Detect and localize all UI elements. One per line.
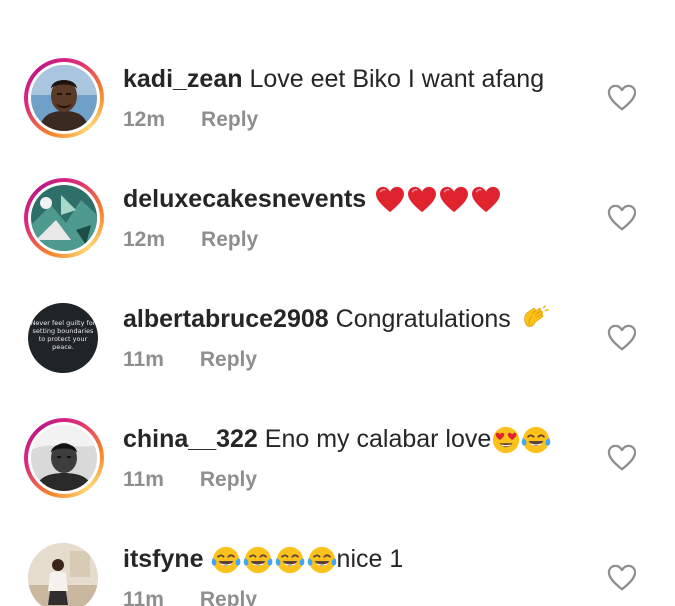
username-link[interactable]: deluxecakesnevents [123, 185, 366, 213]
comment-meta: 11m Reply [123, 587, 257, 606]
clapping-hands-icon [520, 305, 550, 335]
comment-meta: 11m Reply [123, 347, 257, 373]
profile-photo-bw-boy-icon [31, 425, 97, 491]
tears-of-joy-face-icon [211, 545, 241, 575]
comment-meta: 12m Reply [123, 227, 258, 253]
comment-text: Eno my calabar love [264, 425, 492, 453]
comments-list: kadi_zean Love eet Biko I want afang 12m… [0, 0, 675, 606]
reply-button[interactable]: Reply [200, 348, 257, 371]
comment-emojis [211, 545, 337, 573]
username-link[interactable]: itsfyne [123, 545, 204, 573]
timestamp: 11m [123, 588, 164, 606]
comment-line: itsfyne nice 1 [123, 544, 403, 575]
red-heart-icon [375, 186, 405, 214]
comment-text: nice 1 [336, 545, 404, 573]
reply-button[interactable]: Reply [200, 468, 257, 491]
avatar[interactable]: Never feel guilty for setting boundaries… [28, 303, 98, 373]
timestamp: 11m [123, 468, 164, 491]
profile-photo-teal-abstract-icon [31, 185, 97, 251]
username-link[interactable]: china__322 [123, 425, 258, 453]
comment-meta: 11m Reply [123, 467, 257, 493]
avatar[interactable] [24, 418, 104, 498]
tears-of-joy-face-icon [275, 545, 305, 575]
red-heart-icon [407, 186, 437, 214]
timestamp: 11m [123, 348, 164, 371]
username-link[interactable]: albertabruce2908 [123, 305, 329, 333]
comment-item: itsfyne nice 1 11m Reply [0, 0, 675, 606]
avatar[interactable] [24, 178, 104, 258]
tears-of-joy-face-icon [521, 425, 551, 455]
tears-of-joy-face-icon [307, 545, 337, 575]
profile-photo-quote-icon: Never feel guilty for setting boundaries… [30, 305, 96, 371]
red-heart-icon [439, 186, 469, 214]
like-heart-icon[interactable] [607, 324, 637, 352]
tears-of-joy-face-icon [243, 545, 273, 575]
comment-line: deluxecakesnevents [123, 184, 501, 214]
avatar-quote-text: Never feel guilty for setting boundaries… [30, 319, 96, 351]
like-heart-icon[interactable] [607, 444, 637, 472]
profile-photo-woman-room-icon [28, 543, 98, 606]
comment-text: Congratulations [335, 305, 511, 333]
comment-line: china__322 Eno my calabar love [123, 424, 551, 455]
comment-line: albertabruce2908 Congratulations [123, 304, 550, 335]
avatar[interactable] [28, 543, 98, 606]
timestamp: 12m [123, 228, 166, 251]
red-heart-icon [471, 186, 501, 214]
heart-eyes-face-icon [491, 425, 521, 455]
like-heart-icon[interactable] [607, 204, 637, 232]
reply-button[interactable]: Reply [200, 588, 257, 606]
like-heart-icon[interactable] [607, 564, 637, 592]
comment-emojis [373, 185, 501, 213]
reply-button[interactable]: Reply [201, 228, 258, 251]
